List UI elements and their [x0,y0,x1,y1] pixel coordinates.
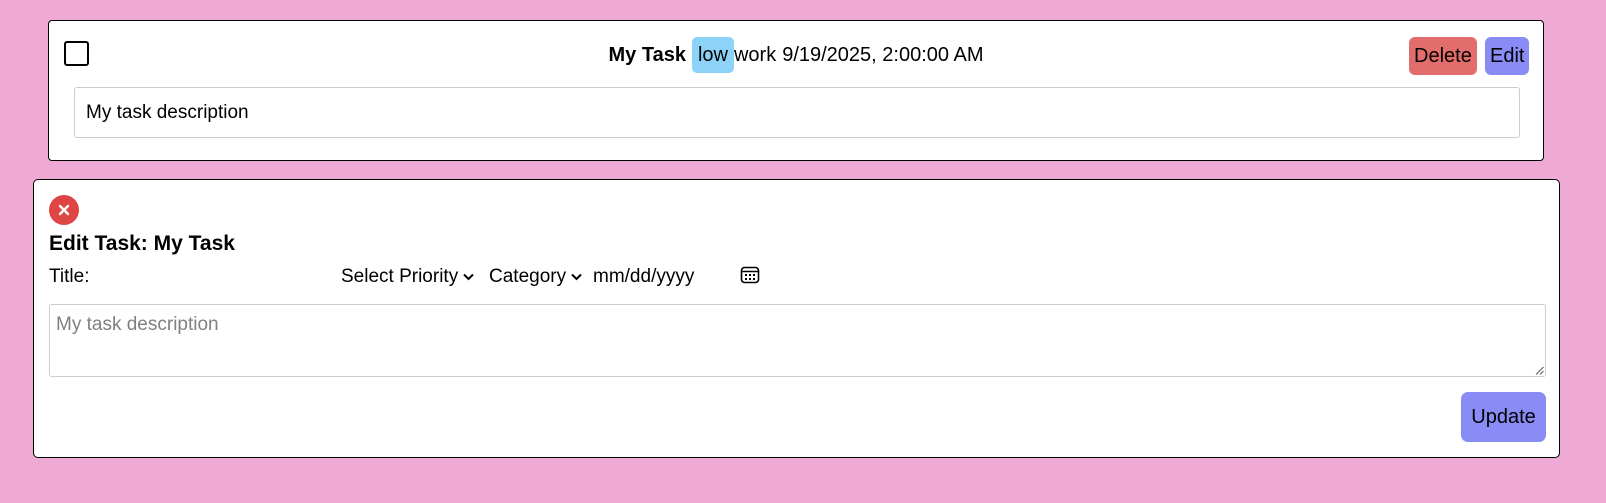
due-date-input[interactable]: mm/dd/yyyy [593,266,694,288]
delete-button[interactable]: Delete [1409,37,1477,75]
title-label: Title: [49,266,90,287]
title-input[interactable] [91,264,325,292]
priority-select[interactable]: Select Priority [341,266,474,288]
chevron-down-icon [463,273,474,281]
description-textarea[interactable] [49,304,1546,377]
task-description: My task description [74,87,1520,138]
edit-form-heading: Edit Task: My Task [49,232,235,256]
close-icon [58,204,70,216]
update-button[interactable]: Update [1461,392,1546,442]
priority-badge: low [691,37,734,73]
category-select[interactable]: Category [489,266,582,288]
task-header: My Task low work 9/19/2025, 2:00:00 AM [49,37,1543,73]
category-select-label: Category [489,266,567,287]
task-title: My Task [608,43,686,66]
calendar-icon[interactable] [739,264,761,286]
priority-select-label: Select Priority [341,266,459,287]
task-card: My Task low work 9/19/2025, 2:00:00 AM D… [48,20,1544,161]
close-button[interactable] [49,195,79,225]
edit-heading-prefix: Edit Task: [49,232,154,255]
edit-heading-task-name: My Task [153,232,235,255]
chevron-down-icon [571,273,582,281]
task-category: work [733,43,777,66]
edit-task-form: Edit Task: My Task Title: Select Priorit… [33,179,1560,458]
task-due-date: 9/19/2025, 2:00:00 AM [782,43,984,66]
edit-form-fields-row: Title: Select Priority Category mm/dd/yy… [49,264,1049,292]
edit-button[interactable]: Edit [1485,37,1530,75]
resize-handle-icon[interactable] [1535,366,1544,375]
